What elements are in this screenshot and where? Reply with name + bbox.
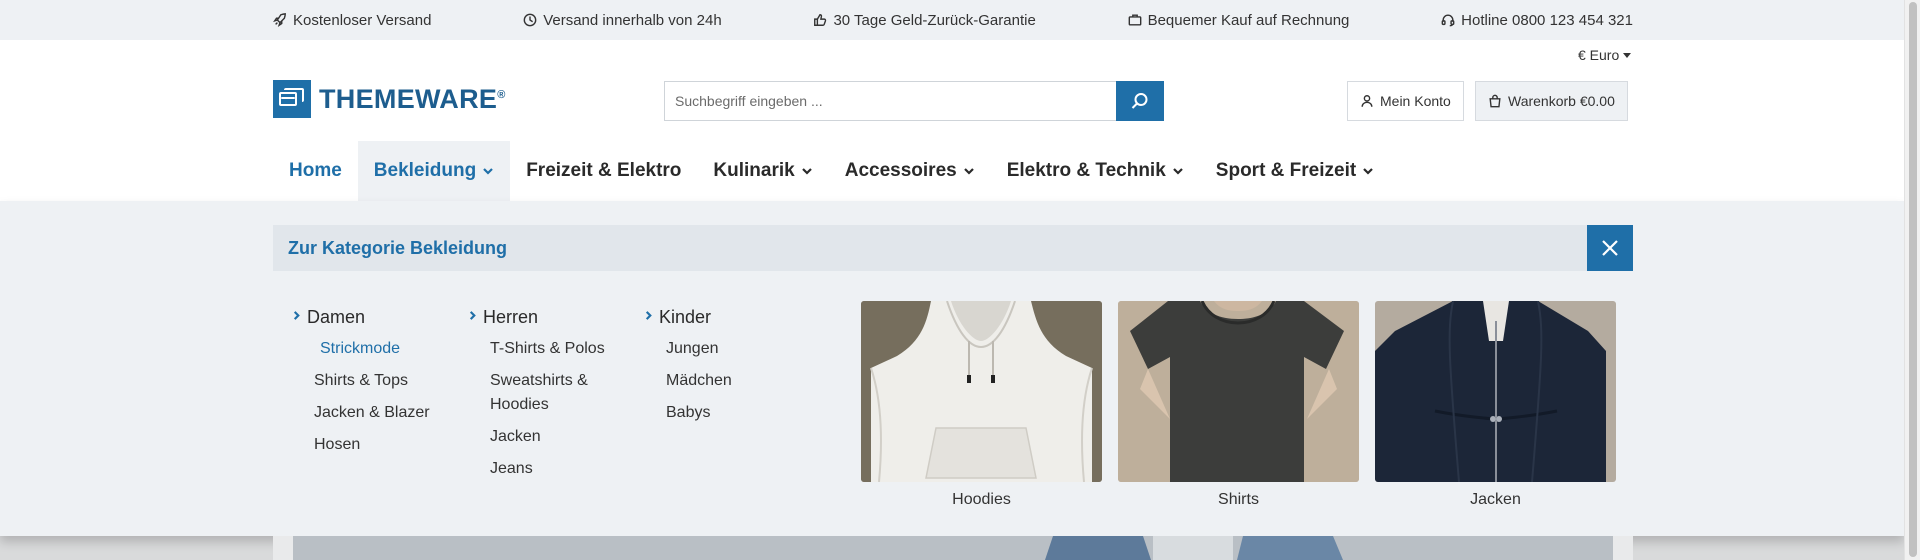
usp-delivery-label: Versand innerhalb von 24h: [543, 11, 722, 29]
menu-column-title: Damen: [307, 306, 366, 327]
nav-item-accessoires[interactable]: Accessoires: [829, 141, 991, 201]
usp-delivery: Versand innerhalb von 24h: [523, 11, 722, 29]
rocket-icon: [273, 13, 286, 27]
submenu-item-sweatshirts-hoodies[interactable]: Sweatshirts & Hoodies: [490, 369, 620, 417]
nav-label: Accessoires: [844, 160, 957, 181]
logo-text: THEMEWARE®: [319, 83, 506, 114]
submenu-item-babys[interactable]: Babys: [666, 401, 796, 425]
nav-item-freizeit-elektro[interactable]: Freizeit & Elektro: [510, 141, 697, 201]
menu-column-title: Herren: [483, 306, 539, 327]
nav-label: Kulinarik: [713, 160, 795, 181]
usp-guarantee-label: 30 Tage Geld-Zurück-Garantie: [833, 11, 1036, 29]
headset-icon: [1441, 14, 1455, 27]
close-menu-button[interactable]: [1587, 225, 1633, 271]
usp-hotline: Hotline 0800 123 454 321: [1441, 12, 1633, 29]
menu-column-herren: Herren T-Shirts & Polos Sweatshirts & Ho…: [468, 305, 638, 489]
nav-label: Bekleidung: [373, 160, 477, 181]
category-tile-jacken[interactable]: Jacken: [1375, 301, 1616, 509]
usp-shipping: Kostenloser Versand: [273, 12, 431, 29]
menu-link-damen[interactable]: Damen: [292, 305, 462, 329]
user-icon: [1361, 95, 1373, 107]
nav-label: Elektro & Technik: [1006, 160, 1166, 181]
chevron-down-icon: [1173, 168, 1183, 175]
hero-image: [293, 536, 1613, 560]
usp-guarantee: 30 Tage Geld-Zurück-Garantie: [813, 11, 1036, 29]
submenu-item-jacken[interactable]: Jacken: [490, 425, 620, 449]
logo-mark-icon: [273, 80, 311, 118]
nav-label: Freizeit & Elektro: [526, 160, 682, 181]
nav-label: Sport & Freizeit: [1215, 160, 1357, 181]
nav-item-bekleidung[interactable]: Bekleidung: [357, 141, 511, 201]
submenu-item-jeans[interactable]: Jeans: [490, 457, 620, 481]
page: Kostenloser Versand Versand innerhalb vo…: [0, 0, 1904, 560]
chevron-down-icon: [801, 168, 812, 175]
page-scrollbar[interactable]: [1904, 0, 1920, 560]
site-header: € Euro THEMEWARE® Mein Konto Warenkorb €…: [0, 40, 1904, 201]
scrollbar-thumb[interactable]: [1909, 2, 1917, 557]
shopping-bag-icon: [1489, 94, 1501, 108]
submenu-item-jungen[interactable]: Jungen: [666, 337, 796, 361]
submenu-list: T-Shirts & Polos Sweatshirts & Hoodies J…: [468, 337, 638, 481]
usp-bar: Kostenloser Versand Versand innerhalb vo…: [0, 0, 1904, 40]
search-icon: [1131, 93, 1148, 109]
logo-registered-mark: ®: [497, 88, 506, 101]
thumbs-up-icon: [814, 14, 827, 26]
account-label: Mein Konto: [1380, 93, 1451, 109]
cart-label: Warenkorb €0.00: [1508, 93, 1615, 109]
search-form: [664, 81, 1164, 121]
shirt-image: [1118, 301, 1359, 482]
chevron-down-icon: [963, 168, 974, 175]
submenu-list: Jungen Mädchen Babys: [644, 337, 814, 425]
usp-invoice-label: Bequemer Kauf auf Rechnung: [1147, 11, 1350, 29]
chevron-right-icon: [645, 310, 652, 320]
site-logo[interactable]: THEMEWARE®: [273, 80, 506, 118]
category-tile-shirts[interactable]: Shirts: [1118, 301, 1359, 509]
clock-icon: [523, 13, 537, 27]
menu-link-herren[interactable]: Herren: [468, 305, 638, 329]
nav-item-kulinarik[interactable]: Kulinarik: [697, 141, 828, 201]
category-tile-hoodies[interactable]: Hoodies: [861, 301, 1102, 509]
tile-caption: Jacken: [1470, 491, 1521, 508]
jacket-image: [1375, 301, 1616, 482]
menu-column-title: Kinder: [659, 306, 712, 327]
nav-label: Home: [289, 160, 342, 181]
search-input[interactable]: [664, 81, 1116, 121]
mega-menu-header: Zur Kategorie Bekleidung: [273, 225, 1633, 271]
search-button[interactable]: [1116, 81, 1164, 121]
submenu-list: Strickmode Shirts & Tops Jacken & Blazer…: [292, 337, 462, 457]
submenu-item-strickmode[interactable]: Strickmode: [314, 337, 444, 361]
category-link-bekleidung[interactable]: Zur Kategorie Bekleidung: [288, 225, 507, 271]
cart-button[interactable]: Warenkorb €0.00: [1475, 81, 1628, 121]
submenu-item-hosen[interactable]: Hosen: [314, 433, 444, 457]
currency-switcher[interactable]: € Euro: [1578, 47, 1632, 63]
chevron-down-icon: [483, 168, 493, 175]
menu-link-kinder[interactable]: Kinder: [644, 305, 814, 329]
currency-label: € Euro: [1578, 47, 1620, 63]
chevron-down-icon: [1363, 168, 1373, 175]
usp-invoice: Bequemer Kauf auf Rechnung: [1128, 11, 1350, 29]
briefcase-icon: [1128, 14, 1141, 26]
submenu-item-tshirts-polos[interactable]: T-Shirts & Polos: [490, 337, 620, 361]
chevron-right-icon: [469, 310, 476, 320]
hero-banner: [273, 536, 1633, 560]
menu-column-kinder: Kinder Jungen Mädchen Babys: [644, 305, 814, 433]
menu-column-damen: Damen Strickmode Shirts & Tops Jacken & …: [292, 305, 462, 465]
tile-caption: Shirts: [1218, 491, 1259, 508]
submenu-item-shirts-tops[interactable]: Shirts & Tops: [314, 369, 444, 393]
account-button[interactable]: Mein Konto: [1347, 81, 1464, 121]
usp-hotline-label: Hotline 0800 123 454 321: [1461, 11, 1633, 29]
hoodie-image: [861, 301, 1102, 482]
close-icon: [1602, 240, 1618, 256]
mega-menu-bekleidung: Zur Kategorie Bekleidung Damen Strickmod…: [0, 201, 1904, 536]
caret-down-icon: [1623, 52, 1632, 58]
usp-shipping-label: Kostenloser Versand: [293, 11, 432, 29]
main-navigation: Home Bekleidung Freizeit & Elektro Kulin…: [273, 141, 1390, 201]
submenu-item-jacken-blazer[interactable]: Jacken & Blazer: [314, 401, 444, 425]
nav-item-sport-freizeit[interactable]: Sport & Freizeit: [1200, 141, 1390, 201]
tile-caption: Hoodies: [952, 491, 1011, 508]
chevron-right-icon: [293, 310, 300, 320]
submenu-item-maedchen[interactable]: Mädchen: [666, 369, 796, 393]
nav-item-home[interactable]: Home: [273, 141, 358, 201]
nav-item-elektro-technik[interactable]: Elektro & Technik: [991, 141, 1200, 201]
